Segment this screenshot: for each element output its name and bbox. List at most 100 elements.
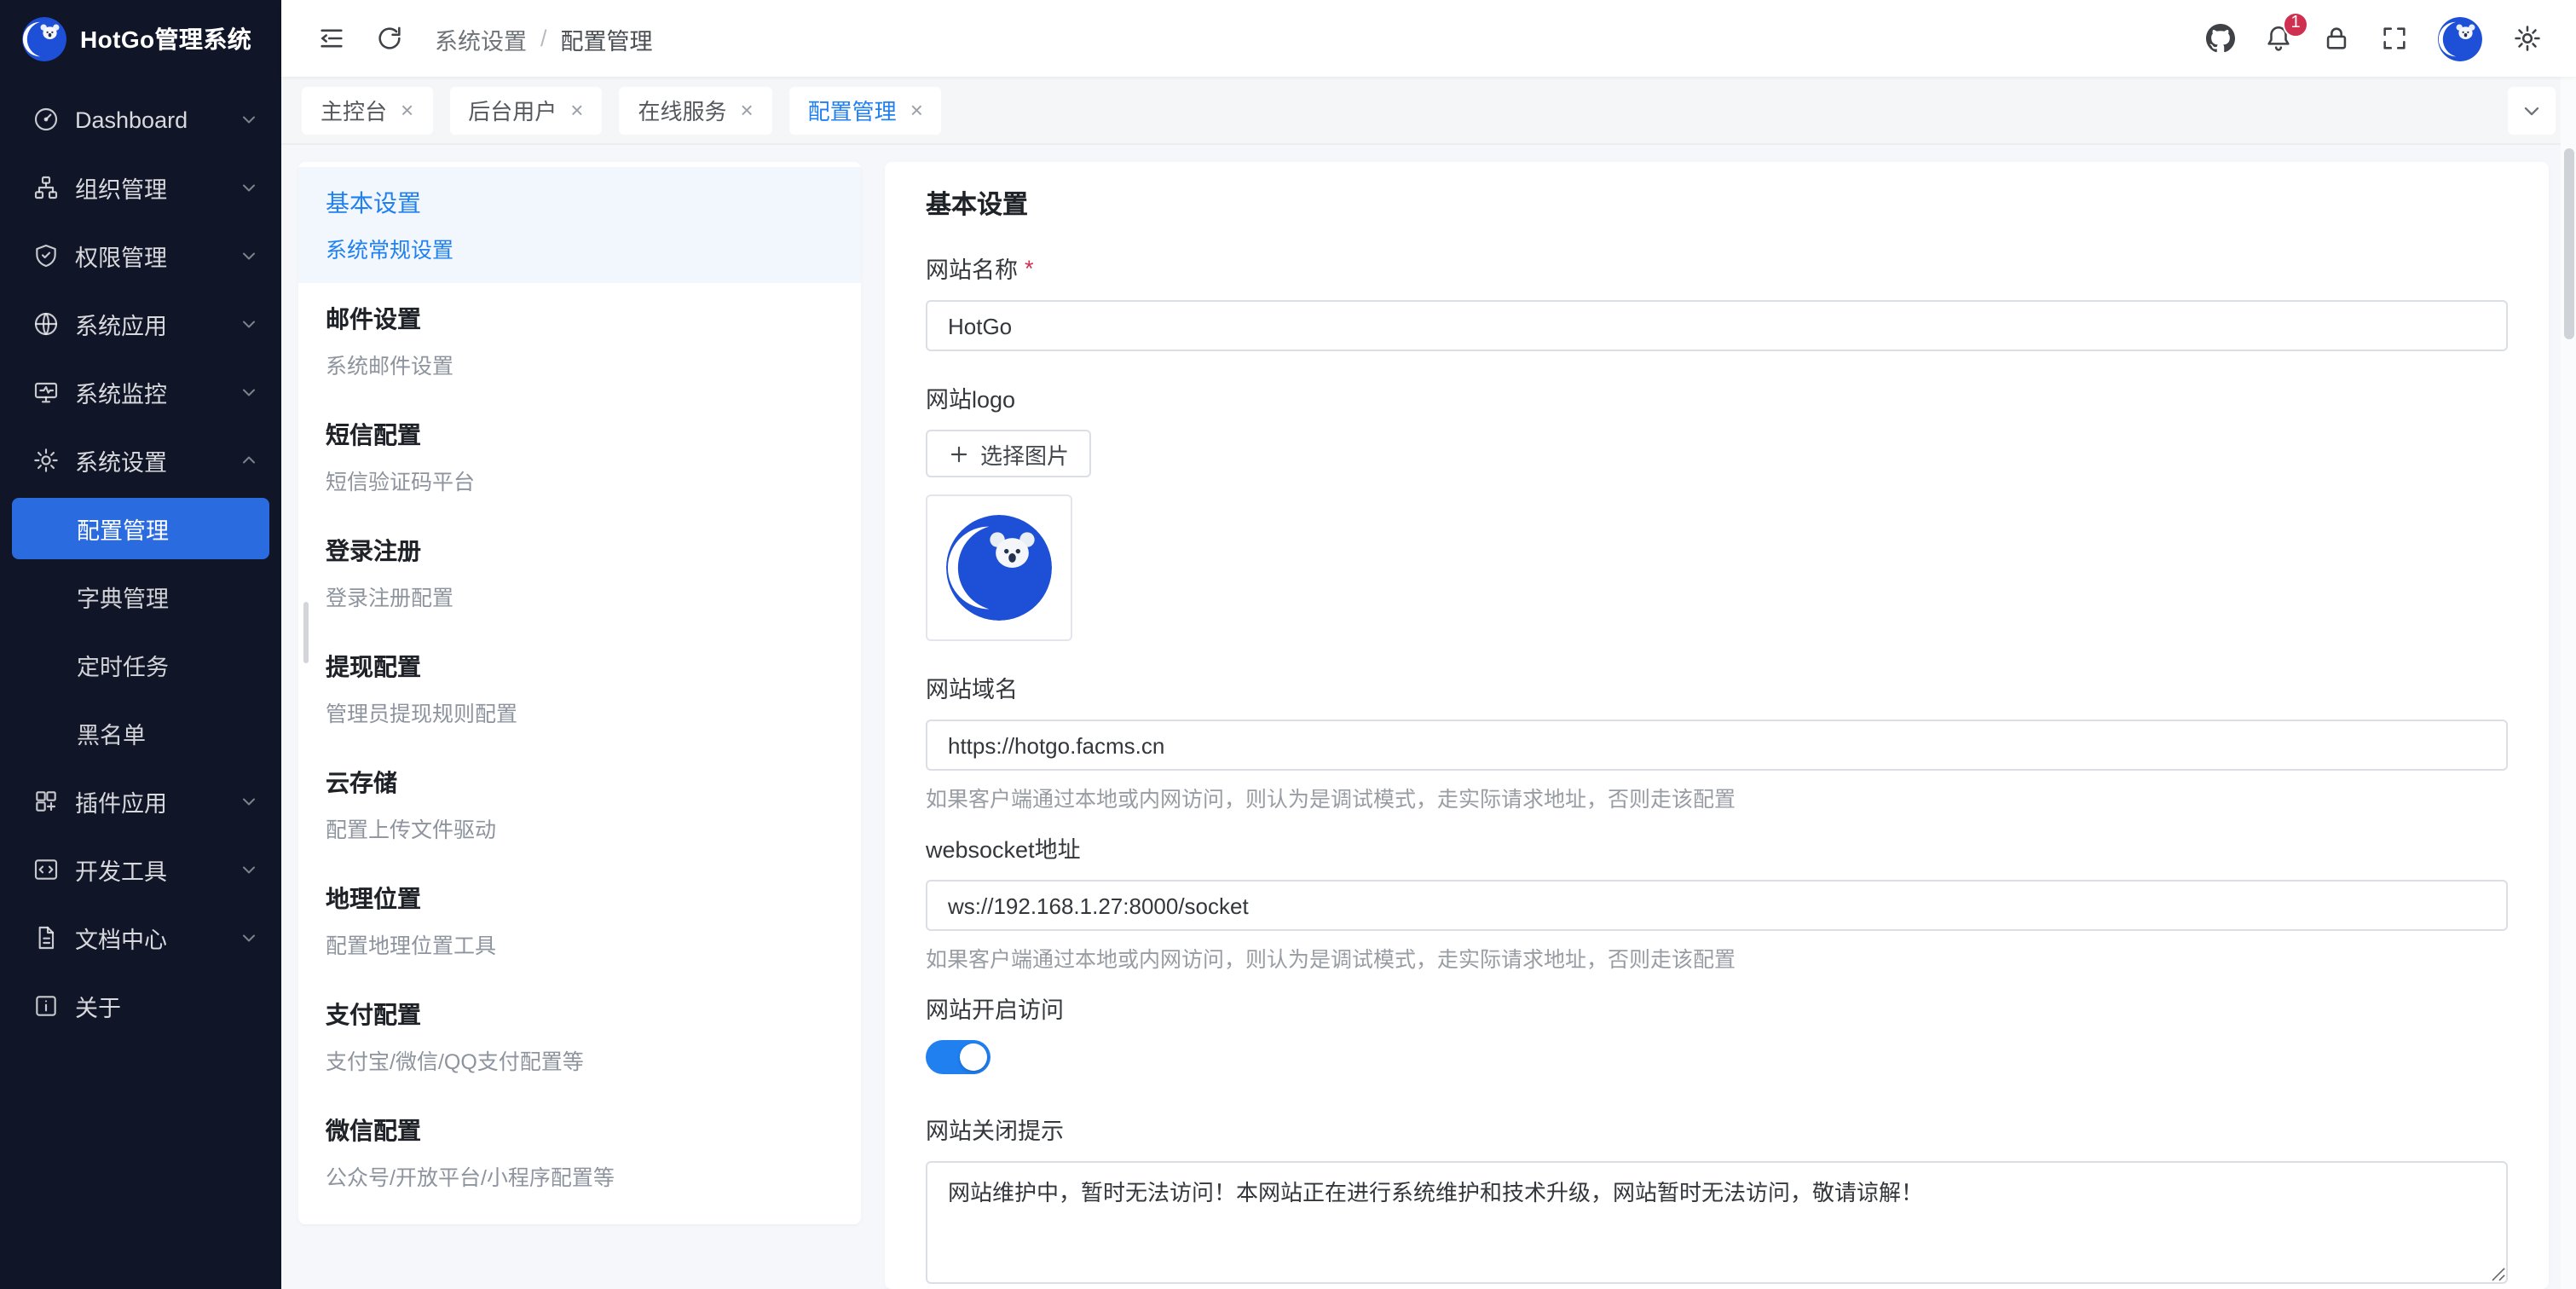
user-avatar[interactable] bbox=[2438, 16, 2482, 61]
sidebar-item-system-settings[interactable]: 系统设置 bbox=[0, 426, 281, 494]
sidebar-item-dashboard[interactable]: Dashboard bbox=[0, 85, 281, 153]
sidebar-item-label: 系统设置 bbox=[75, 443, 239, 477]
sidebar-item-docs-center[interactable]: 文档中心 bbox=[0, 904, 281, 972]
tab-label: 主控台 bbox=[321, 94, 387, 126]
toggle-knob bbox=[960, 1043, 987, 1071]
settings-nav-sms[interactable]: 短信配置 短信验证码平台 bbox=[298, 399, 861, 515]
sidebar: HotGo管理系统 Dashboard 组织管理 权限管理 系统应用 bbox=[0, 0, 281, 1289]
close-tip-label: 网站关闭提示 bbox=[926, 1112, 2508, 1146]
notification-badge: 1 bbox=[2283, 11, 2308, 37]
gear-icon[interactable] bbox=[2501, 13, 2552, 64]
sidebar-item-dev-tools[interactable]: 开发工具 bbox=[0, 835, 281, 904]
site-access-toggle[interactable] bbox=[926, 1040, 991, 1074]
sidebar-subitem-blacklist[interactable]: 黑名单 bbox=[0, 699, 281, 767]
close-icon[interactable]: × bbox=[910, 99, 923, 121]
chevron-down-icon bbox=[239, 177, 259, 198]
page-root: HotGo管理系统 Dashboard 组织管理 权限管理 系统应用 bbox=[0, 0, 2576, 1289]
sidebar-subitem-dict-manage[interactable]: 字典管理 bbox=[0, 563, 281, 631]
org-icon bbox=[32, 174, 60, 201]
site-logo-label: 网站logo bbox=[926, 380, 2508, 414]
bell-icon[interactable]: 1 bbox=[2252, 13, 2303, 64]
monitor-icon bbox=[32, 379, 60, 406]
close-icon[interactable]: × bbox=[740, 99, 753, 121]
tab-label: 配置管理 bbox=[808, 94, 897, 126]
breadcrumb-section[interactable]: 系统设置 bbox=[435, 21, 527, 55]
tab-label: 在线服务 bbox=[638, 94, 726, 126]
sidebar-item-permissions[interactable]: 权限管理 bbox=[0, 222, 281, 290]
github-icon[interactable] bbox=[2194, 13, 2245, 64]
settings-nav-title: 提现配置 bbox=[326, 650, 834, 684]
tab-dashboard[interactable]: 主控台 × bbox=[302, 86, 432, 134]
settings-nav-subtitle: 配置地理位置工具 bbox=[326, 928, 834, 960]
settings-nav-cloud-storage[interactable]: 云存储 配置上传文件驱动 bbox=[298, 747, 861, 863]
menu-collapse-icon[interactable] bbox=[305, 13, 356, 64]
gear-icon bbox=[32, 447, 60, 474]
sidebar-item-label: 开发工具 bbox=[75, 853, 239, 887]
sidebar-item-label: 权限管理 bbox=[75, 239, 239, 273]
dashboard-icon bbox=[32, 106, 60, 133]
settings-nav-subtitle: 管理员提现规则配置 bbox=[326, 696, 834, 728]
settings-nav-title: 支付配置 bbox=[326, 997, 834, 1032]
settings-nav-subtitle: 支付宝/微信/QQ支付配置等 bbox=[326, 1043, 834, 1076]
settings-nav-geo[interactable]: 地理位置 配置地理位置工具 bbox=[298, 863, 861, 979]
sidebar-item-label: 插件应用 bbox=[75, 784, 239, 818]
page-scrollbar[interactable] bbox=[2561, 77, 2576, 1289]
site-logo-preview[interactable] bbox=[926, 494, 1072, 641]
shield-icon bbox=[32, 242, 60, 269]
site-domain-label: 网站域名 bbox=[926, 670, 2508, 704]
sidebar-item-label: 关于 bbox=[75, 989, 259, 1023]
settings-nav-scrollbar[interactable] bbox=[303, 602, 309, 663]
page-scrollbar-thumb[interactable] bbox=[2563, 148, 2573, 339]
settings-nav-title: 基本设置 bbox=[326, 186, 834, 220]
sidebar-subitem-config-manage[interactable]: 配置管理 bbox=[12, 498, 269, 559]
tab-config-manage[interactable]: 配置管理 × bbox=[789, 86, 942, 134]
sidebar-nav: Dashboard 组织管理 权限管理 系统应用 系统监控 bbox=[0, 78, 281, 1040]
websocket-help: 如果客户端通过本地或内网访问，则认为是调试模式，走实际请求地址，否则走该配置 bbox=[926, 941, 2508, 974]
settings-nav-title: 地理位置 bbox=[326, 881, 834, 916]
app-logo-row[interactable]: HotGo管理系统 bbox=[0, 0, 281, 78]
settings-nav-wechat[interactable]: 微信配置 公众号/开放平台/小程序配置等 bbox=[298, 1095, 861, 1211]
main-column: 系统设置 / 配置管理 1 主控台 × 后台用户 bbox=[281, 0, 2576, 1289]
field-label-text: websocket地址 bbox=[926, 830, 1081, 864]
site-name-input[interactable] bbox=[926, 300, 2508, 351]
sidebar-item-system-monitor[interactable]: 系统监控 bbox=[0, 358, 281, 426]
settings-nav-withdraw[interactable]: 提现配置 管理员提现规则配置 bbox=[298, 631, 861, 747]
sidebar-item-plugins[interactable]: 插件应用 bbox=[0, 767, 281, 835]
site-access-label: 网站开启访问 bbox=[926, 991, 2508, 1025]
close-icon[interactable]: × bbox=[570, 99, 583, 121]
sidebar-item-label: 系统监控 bbox=[75, 375, 239, 409]
app-title: HotGo管理系统 bbox=[80, 22, 251, 56]
sidebar-item-about[interactable]: 关于 bbox=[0, 972, 281, 1040]
settings-nav-title: 短信配置 bbox=[326, 418, 834, 452]
sidebar-item-organization[interactable]: 组织管理 bbox=[0, 153, 281, 222]
breadcrumb-page[interactable]: 配置管理 bbox=[561, 21, 653, 55]
tab-admin-users[interactable]: 后台用户 × bbox=[449, 86, 602, 134]
settings-nav-basic[interactable]: 基本设置 系统常规设置 bbox=[298, 167, 861, 283]
lock-icon[interactable] bbox=[2310, 13, 2361, 64]
tab-online-service[interactable]: 在线服务 × bbox=[619, 86, 771, 134]
site-name-label: 网站名称 * bbox=[926, 251, 2508, 285]
settings-nav-title: 云存储 bbox=[326, 766, 834, 800]
settings-nav-email[interactable]: 邮件设置 系统邮件设置 bbox=[298, 283, 861, 399]
sidebar-subitem-cron-tasks[interactable]: 定时任务 bbox=[0, 631, 281, 699]
choose-image-label: 选择图片 bbox=[980, 437, 1069, 470]
tab-actions-dropdown[interactable] bbox=[2508, 86, 2556, 134]
field-label-text: 网站名称 bbox=[926, 251, 1018, 285]
refresh-icon[interactable] bbox=[363, 13, 414, 64]
choose-image-button[interactable]: 选择图片 bbox=[926, 430, 1091, 477]
field-label-text: 网站域名 bbox=[926, 670, 1018, 704]
settings-nav-login[interactable]: 登录注册 登录注册配置 bbox=[298, 515, 861, 631]
site-domain-input[interactable] bbox=[926, 720, 2508, 771]
websocket-label: websocket地址 bbox=[926, 830, 2508, 864]
close-icon[interactable]: × bbox=[401, 99, 413, 121]
sidebar-item-system-apps[interactable]: 系统应用 bbox=[0, 290, 281, 358]
settings-nav-card: 基本设置 系统常规设置 邮件设置 系统邮件设置 短信配置 短信验证码平台 登录注… bbox=[298, 162, 861, 1224]
settings-nav-payment[interactable]: 支付配置 支付宝/微信/QQ支付配置等 bbox=[298, 979, 861, 1095]
sidebar-item-label: Dashboard bbox=[75, 107, 239, 132]
fullscreen-icon[interactable] bbox=[2368, 13, 2419, 64]
websocket-input[interactable] bbox=[926, 880, 2508, 931]
close-tip-textarea[interactable]: 网站维护中，暂时无法访问！本网站正在进行系统维护和技术升级，网站暂时无法访问，敬… bbox=[926, 1161, 2508, 1284]
chevron-down-icon bbox=[239, 246, 259, 266]
chevron-down-icon bbox=[2520, 98, 2544, 122]
sidebar-item-label: 文档中心 bbox=[75, 921, 239, 955]
